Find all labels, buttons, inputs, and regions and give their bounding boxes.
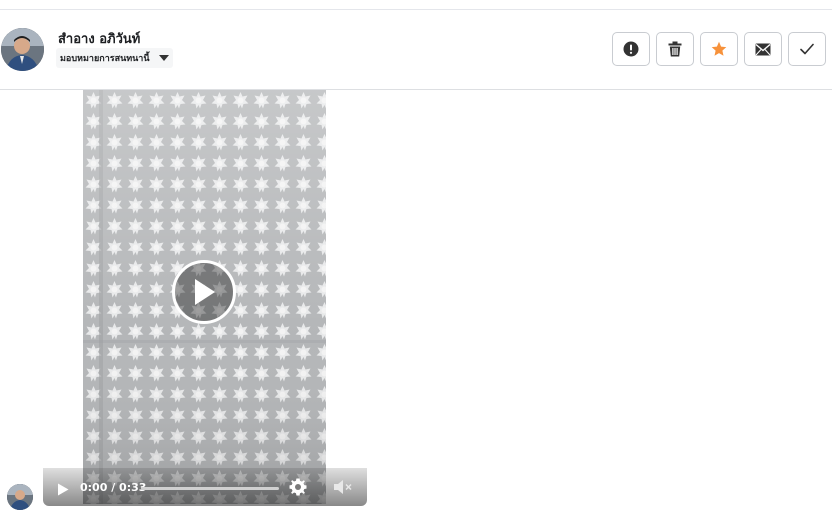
play-icon (58, 483, 69, 496)
assign-conversation-dropdown[interactable]: มอบหมายการสนทนานี้ (56, 48, 173, 68)
star-icon (711, 41, 727, 56)
conversation-header: สำอาง อภิวันท์ มอบหมายการสนทนานี้ (0, 10, 832, 90)
done-button[interactable] (788, 32, 826, 66)
delete-button[interactable] (656, 32, 694, 66)
play-button-overlay[interactable] (172, 260, 236, 324)
action-toolbar (612, 32, 826, 66)
time-display: 0:00 / 0:33 (80, 481, 147, 494)
play-icon (195, 279, 215, 305)
speaker-muted-icon (334, 480, 352, 494)
message-button[interactable] (744, 32, 782, 66)
progress-bar[interactable] (141, 487, 279, 490)
settings-button[interactable] (289, 478, 307, 500)
trash-icon (668, 41, 682, 57)
author-name[interactable]: สำอาง อภิวันท์ (58, 28, 140, 49)
caret-down-icon (158, 55, 169, 61)
exclamation-circle-icon (623, 41, 639, 57)
star-button[interactable] (700, 32, 738, 66)
checkmark-icon (800, 43, 814, 55)
video-controls: 0:00 / 0:33 (43, 468, 367, 506)
assign-label: มอบหมายการสนทนานี้ (60, 54, 150, 64)
envelope-icon (755, 43, 771, 55)
author-avatar[interactable] (1, 28, 44, 71)
gear-icon (289, 478, 307, 496)
mute-button[interactable] (333, 479, 355, 499)
control-play-button[interactable] (57, 481, 69, 500)
commenter-avatar[interactable] (7, 484, 33, 510)
report-button[interactable] (612, 32, 650, 66)
